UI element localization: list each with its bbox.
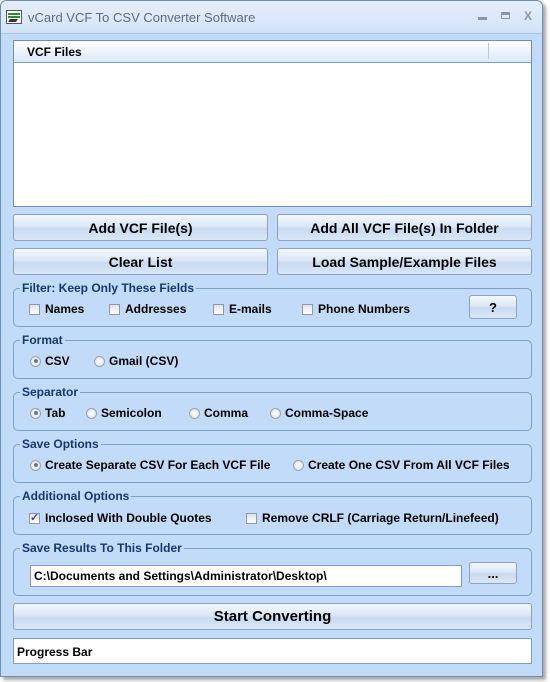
title-bar[interactable]: vCard VCF To CSV Converter Software X (1, 1, 542, 34)
add-vcf-files-button[interactable]: Add VCF File(s) (13, 214, 268, 241)
format-group: Format CSV Gmail (CSV) (13, 333, 532, 379)
column-separator[interactable] (488, 43, 489, 59)
radio-icon (86, 407, 97, 419)
maximize-icon (500, 12, 510, 19)
list-header: VCF Files (14, 41, 531, 63)
checkbox-icon (109, 303, 120, 315)
radio-selected-icon (30, 459, 41, 471)
checkbox-icon (246, 512, 257, 524)
save-folder-group: Save Results To This Folder ... (13, 541, 532, 596)
save-options-group: Save Options Create Separate CSV For Eac… (13, 437, 532, 483)
checkbox-icon (29, 303, 40, 315)
clear-list-button[interactable]: Clear List (13, 248, 268, 275)
remove-crlf-checkbox[interactable]: Remove CRLF (Carriage Return/Linefeed) (246, 511, 499, 525)
separator-tab-radio[interactable]: Tab (30, 406, 65, 420)
filter-addresses-checkbox[interactable]: Addresses (109, 302, 186, 316)
radio-icon (94, 355, 105, 367)
separator-comma-radio[interactable]: Comma (189, 406, 248, 420)
format-csv-radio[interactable]: CSV (30, 354, 70, 368)
double-quotes-checkbox[interactable]: Inclosed With Double Quotes (29, 511, 212, 525)
radio-selected-icon (30, 355, 41, 367)
progress-bar-label: Progress Bar (17, 645, 93, 659)
save-options-group-label: Save Options (20, 437, 101, 451)
maximize-button[interactable] (497, 9, 513, 23)
checkbox-checked-icon (29, 511, 40, 524)
separator-group-label: Separator (20, 385, 81, 399)
save-folder-group-label: Save Results To This Folder (20, 541, 184, 555)
additional-options-group-label: Additional Options (20, 489, 132, 503)
main-window: vCard VCF To CSV Converter Software X VC… (0, 0, 543, 677)
radio-selected-icon (30, 407, 41, 419)
close-button[interactable]: X (520, 9, 536, 23)
radio-icon (293, 459, 304, 471)
minimize-icon (477, 17, 487, 20)
vcf-files-list[interactable]: VCF Files (13, 40, 532, 207)
checkbox-icon (213, 303, 224, 315)
filter-emails-checkbox[interactable]: E-mails (213, 302, 272, 316)
separator-comma-space-radio[interactable]: Comma-Space (270, 406, 368, 420)
minimize-button[interactable] (474, 9, 490, 23)
column-header-vcf-files[interactable]: VCF Files (27, 45, 82, 59)
additional-options-group: Additional Options Inclosed With Double … (13, 489, 532, 535)
checkbox-icon (302, 303, 313, 315)
progress-bar: Progress Bar (13, 638, 532, 664)
close-icon: X (523, 9, 532, 23)
browse-folder-button[interactable]: ... (469, 562, 517, 584)
format-gmail-radio[interactable]: Gmail (CSV) (94, 354, 178, 368)
add-folder-button[interactable]: Add All VCF File(s) In Folder (277, 214, 532, 241)
separator-semicolon-radio[interactable]: Semicolon (86, 406, 162, 420)
radio-icon (270, 407, 281, 419)
filter-names-checkbox[interactable]: Names (29, 302, 84, 316)
format-group-label: Format (20, 333, 65, 347)
start-converting-button[interactable]: Start Converting (13, 603, 532, 630)
window-title: vCard VCF To CSV Converter Software (28, 10, 256, 25)
help-button[interactable]: ? (469, 295, 517, 319)
radio-icon (189, 407, 200, 419)
app-icon[interactable] (6, 10, 22, 24)
filter-group: Filter: Keep Only These Fields Names Add… (13, 281, 532, 327)
save-separate-csv-radio[interactable]: Create Separate CSV For Each VCF File (30, 458, 270, 472)
load-samples-button[interactable]: Load Sample/Example Files (277, 248, 532, 275)
separator-group: Separator Tab Semicolon Comma Comma-Spac… (13, 385, 532, 431)
filter-phone-checkbox[interactable]: Phone Numbers (302, 302, 410, 316)
filter-group-label: Filter: Keep Only These Fields (20, 281, 197, 295)
save-one-csv-radio[interactable]: Create One CSV From All VCF Files (293, 458, 510, 472)
save-folder-input[interactable] (30, 565, 462, 587)
